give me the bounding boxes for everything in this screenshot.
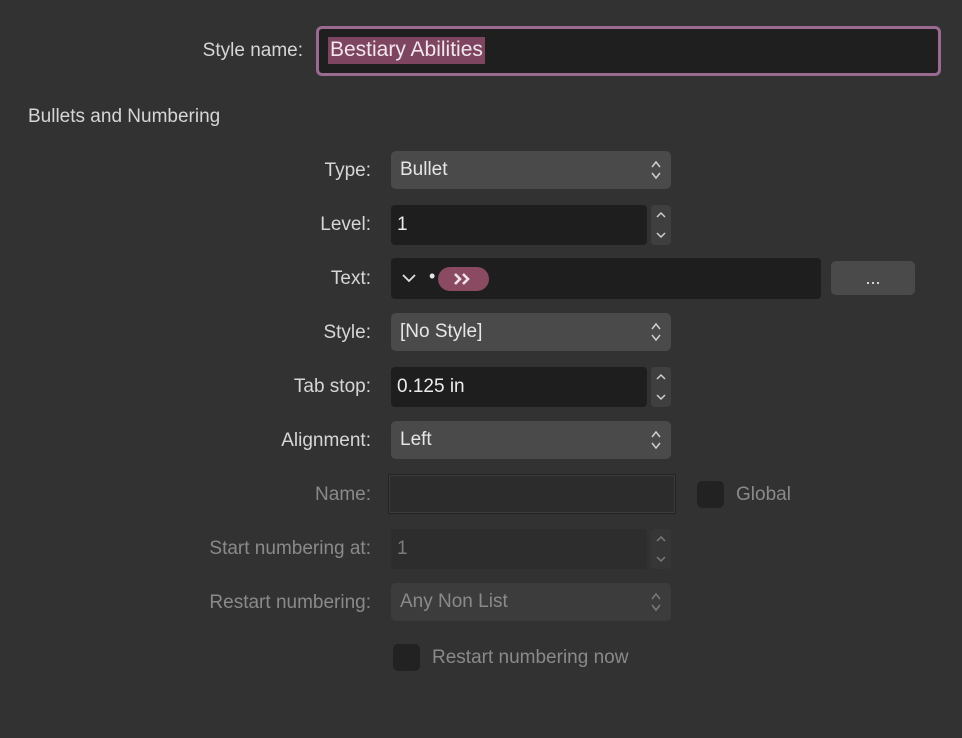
type-popup[interactable]: Bullet: [391, 151, 671, 189]
up-down-arrows-icon: [650, 428, 662, 452]
restart-now-label: Restart numbering now: [432, 647, 629, 668]
style-name-input[interactable]: Bestiary Abilities: [316, 26, 941, 76]
style-value: [No Style]: [400, 321, 483, 342]
stepper-up-icon[interactable]: [651, 367, 671, 387]
stepper-down-icon[interactable]: [651, 387, 671, 407]
start-numbering-stepper: [651, 529, 671, 569]
bullet-text-input[interactable]: •: [391, 258, 821, 299]
restart-numbering-value: Any Non List: [400, 591, 508, 612]
level-label: Level:: [320, 214, 371, 235]
up-down-arrows-icon: [650, 158, 662, 182]
up-down-arrows-icon: [650, 590, 662, 614]
name-input: [388, 474, 676, 514]
start-numbering-label: Start numbering at:: [209, 538, 371, 559]
global-checkbox[interactable]: [697, 481, 724, 508]
level-stepper[interactable]: [651, 205, 671, 245]
style-name-value: Bestiary Abilities: [328, 37, 485, 64]
tab-stop-value: 0.125 in: [397, 376, 465, 397]
restart-now-checkbox[interactable]: [393, 644, 420, 671]
tab-stop-label: Tab stop:: [293, 376, 371, 397]
stepper-down-icon[interactable]: [651, 225, 671, 245]
start-numbering-value: 1: [397, 538, 408, 559]
type-label: Type:: [324, 160, 371, 181]
style-label: Style:: [323, 322, 371, 343]
text-label: Text:: [330, 268, 371, 289]
name-label: Name:: [315, 484, 371, 505]
stepper-up-icon[interactable]: [651, 205, 671, 225]
global-label: Global: [736, 484, 791, 505]
level-value: 1: [397, 214, 408, 235]
tab-stop-stepper[interactable]: [651, 367, 671, 407]
alignment-popup[interactable]: Left: [391, 421, 671, 459]
style-popup[interactable]: [No Style]: [391, 313, 671, 351]
tab-token[interactable]: [438, 267, 489, 291]
start-numbering-input: 1: [391, 529, 647, 569]
stepper-down-icon: [651, 549, 671, 569]
alignment-value: Left: [400, 429, 432, 450]
type-value: Bullet: [400, 159, 448, 180]
tab-stop-input[interactable]: 0.125 in: [391, 367, 647, 407]
stepper-up-icon: [651, 529, 671, 549]
up-down-arrows-icon: [650, 320, 662, 344]
chevron-down-icon[interactable]: [401, 271, 417, 290]
bullet-character: •: [429, 266, 436, 286]
text-options-button[interactable]: ...: [831, 261, 915, 295]
double-chevron-right-icon: [454, 273, 470, 285]
restart-numbering-label: Restart numbering:: [209, 592, 371, 613]
section-title: Bullets and Numbering: [28, 106, 221, 127]
style-name-label: Style name:: [202, 40, 303, 61]
restart-numbering-popup: Any Non List: [391, 583, 671, 621]
alignment-label: Alignment:: [281, 430, 371, 451]
level-input[interactable]: 1: [391, 205, 647, 245]
